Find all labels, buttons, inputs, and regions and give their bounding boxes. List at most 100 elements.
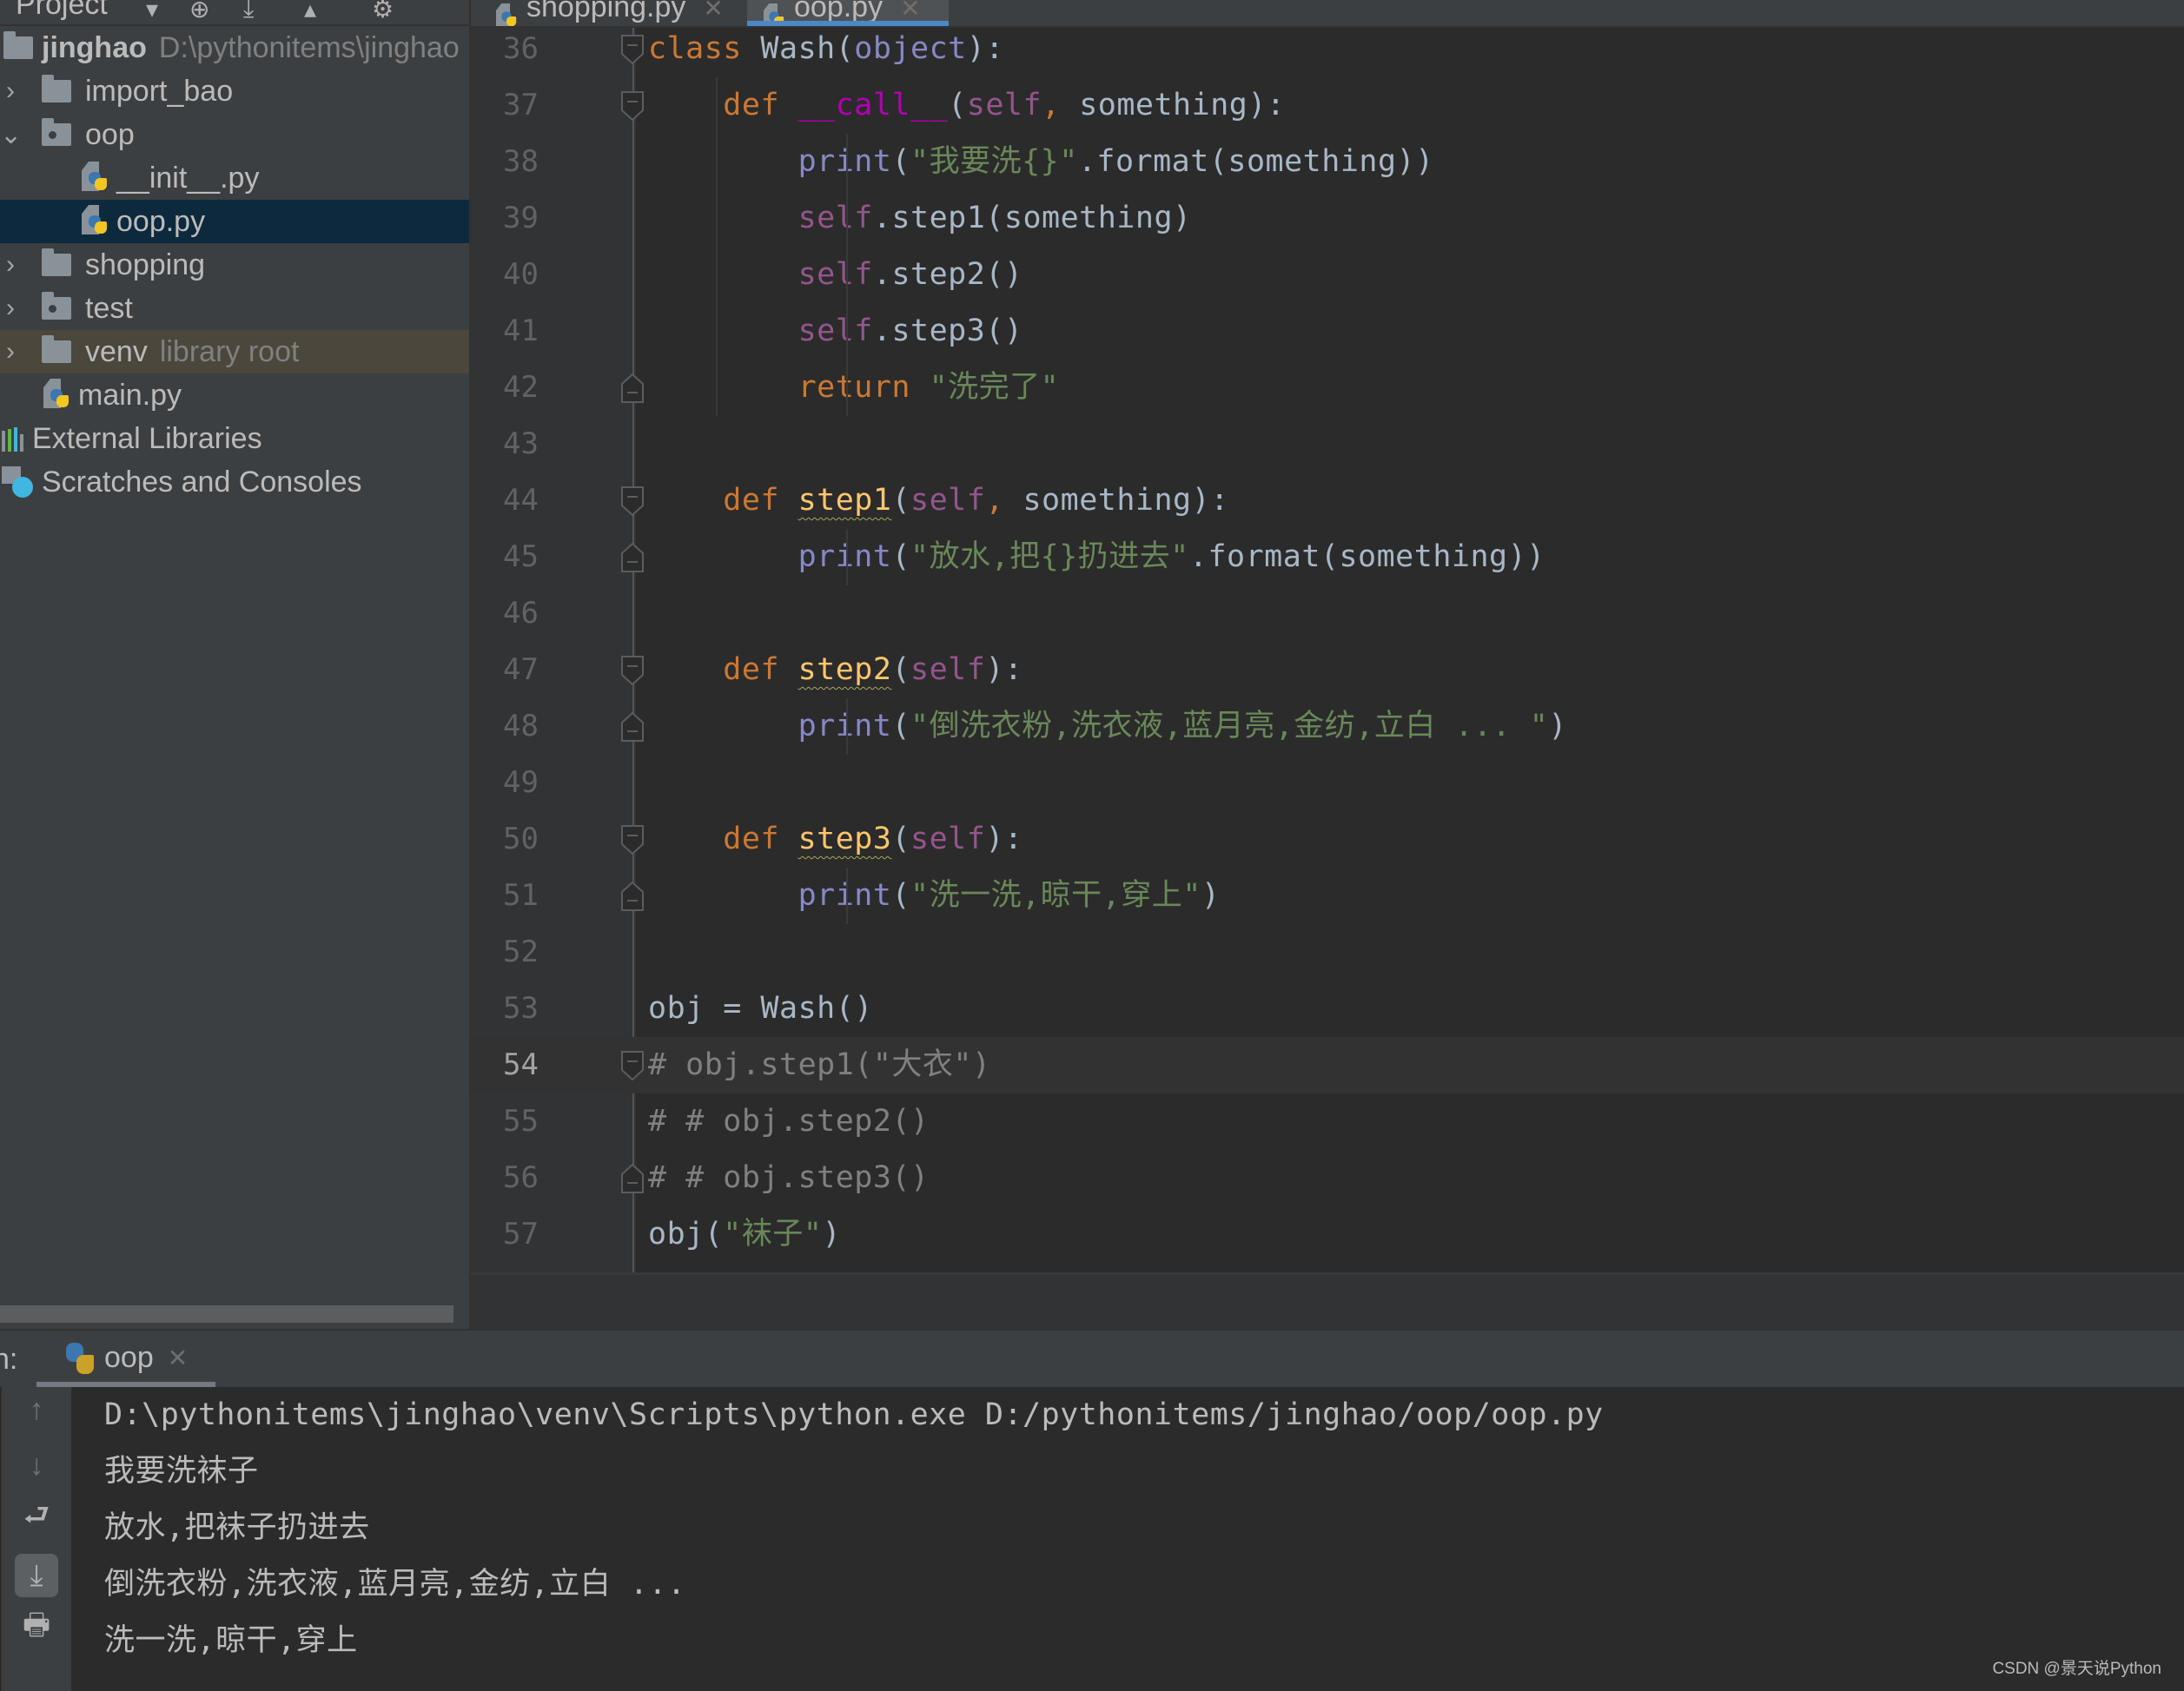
- line-number[interactable]: 45: [471, 529, 539, 585]
- console-output[interactable]: D:\pythonitems\jinghao\venv\Scripts\pyth…: [71, 1387, 2184, 1691]
- code-text: self.step1(something): [797, 201, 1192, 235]
- code-line[interactable]: 39 self.step1(something): [471, 190, 2184, 247]
- dropdown-icon[interactable]: ▾: [146, 0, 158, 23]
- code-editor[interactable]: 36 class Wash(object): 37 def __call__(sel…: [471, 28, 2184, 1272]
- line-number[interactable]: 52: [471, 924, 539, 981]
- tree-item-label: test: [85, 291, 133, 325]
- run-tab-oop[interactable]: oop ✕: [36, 1331, 215, 1387]
- code-text: return "洗完了": [797, 370, 1060, 405]
- tree-item-venv[interactable]: › venv library root: [0, 330, 469, 373]
- line-number[interactable]: 38: [471, 134, 539, 190]
- code-line[interactable]: 45 print("放水,把{}扔进去".format(something)): [471, 529, 2184, 585]
- code-line[interactable]: 47 def step2(self):: [471, 642, 2184, 698]
- line-number[interactable]: 40: [471, 247, 539, 303]
- line-number[interactable]: 36: [471, 21, 539, 77]
- scroll-to-end-icon[interactable]: ⤓: [15, 1554, 58, 1597]
- code-text: print("放水,把{}扔进去".format(something)): [797, 539, 1545, 574]
- locate-icon[interactable]: ⊕: [189, 0, 209, 23]
- line-number[interactable]: 49: [471, 755, 539, 811]
- line-number[interactable]: 50: [471, 811, 539, 868]
- indent-guide: [846, 868, 848, 924]
- tree-item-main-py[interactable]: main.py: [0, 373, 469, 417]
- code-line[interactable]: 37 def __call__(self, something):: [471, 77, 2184, 134]
- fold-collapse-icon[interactable]: [620, 1051, 645, 1081]
- line-number[interactable]: 41: [471, 303, 539, 360]
- tree-item-shopping[interactable]: › shopping: [0, 243, 469, 287]
- fold-collapse-icon[interactable]: [620, 825, 645, 855]
- chevron-right-icon[interactable]: ›: [0, 250, 21, 280]
- chevron-right-icon[interactable]: ›: [0, 294, 21, 323]
- chevron-right-icon[interactable]: ›: [0, 337, 21, 367]
- tree-item-label: External Libraries: [32, 421, 262, 455]
- code-line[interactable]: 50 def step3(self):: [471, 811, 2184, 868]
- tree-item-scratches[interactable]: Scratches and Consoles: [0, 460, 469, 504]
- close-icon[interactable]: ✕: [900, 0, 920, 23]
- tree-item-root[interactable]: jinghao D:\pythonitems\jinghao: [0, 26, 469, 69]
- fold-collapse-icon[interactable]: [620, 91, 645, 122]
- code-text: obj("袜子"): [648, 1217, 842, 1252]
- fold-end-icon[interactable]: [620, 542, 645, 572]
- code-line[interactable]: 48 print("倒洗衣粉,洗衣液,蓝月亮,金纺,立白 ... "): [471, 698, 2184, 755]
- code-line[interactable]: 43: [471, 416, 2184, 472]
- down-arrow-icon[interactable]: ↓: [17, 1446, 56, 1484]
- print-icon[interactable]: 🖶: [17, 1608, 56, 1648]
- code-line[interactable]: 36 class Wash(object):: [471, 21, 2184, 77]
- tree-item-import-bao[interactable]: › import_bao: [0, 69, 469, 113]
- code-line[interactable]: 40 self.step2(): [471, 247, 2184, 303]
- code-line[interactable]: 52: [471, 924, 2184, 981]
- line-number[interactable]: 39: [471, 190, 539, 247]
- tree-item-init-py[interactable]: __init__.py: [0, 156, 469, 200]
- line-number[interactable]: 54: [471, 1037, 539, 1093]
- tree-item-label: oop: [85, 117, 135, 151]
- code-line[interactable]: 54 # obj.step1("大衣"): [471, 1037, 2184, 1093]
- fold-end-icon[interactable]: [620, 1163, 645, 1193]
- line-number[interactable]: 44: [471, 472, 539, 529]
- soft-wrap-icon[interactable]: ⮐: [17, 1499, 56, 1538]
- line-number[interactable]: 46: [471, 585, 539, 642]
- project-tree: jinghao D:\pythonitems\jinghao › import_…: [0, 26, 469, 504]
- fold-end-icon[interactable]: [620, 711, 645, 742]
- expand-all-icon[interactable]: ⤓: [243, 0, 254, 23]
- line-number[interactable]: 42: [471, 360, 539, 416]
- code-line[interactable]: 56 # # obj.step3(): [471, 1150, 2184, 1206]
- tree-item-external-libraries[interactable]: External Libraries: [0, 417, 469, 460]
- up-arrow-icon[interactable]: ↑: [17, 1390, 56, 1429]
- line-number[interactable]: 55: [471, 1093, 539, 1150]
- line-number[interactable]: 47: [471, 642, 539, 698]
- fold-collapse-icon[interactable]: [620, 486, 645, 517]
- horizontal-scrollbar[interactable]: [0, 1305, 453, 1323]
- close-icon[interactable]: ✕: [703, 0, 723, 23]
- code-line[interactable]: 49: [471, 755, 2184, 811]
- code-line[interactable]: 51 print("洗一洗,晾干,穿上"): [471, 868, 2184, 924]
- fold-end-icon[interactable]: [620, 373, 645, 403]
- line-number[interactable]: 51: [471, 868, 539, 924]
- code-line[interactable]: 53 obj = Wash(): [471, 981, 2184, 1037]
- code-line[interactable]: 41 self.step3(): [471, 303, 2184, 360]
- gear-icon[interactable]: ⚙: [372, 0, 394, 23]
- code-line[interactable]: 57 obj("袜子"): [471, 1206, 2184, 1263]
- line-number[interactable]: 37: [471, 77, 539, 134]
- fold-end-icon[interactable]: [620, 881, 645, 911]
- close-icon[interactable]: ✕: [168, 1344, 188, 1372]
- chevron-right-icon[interactable]: ›: [0, 76, 21, 106]
- line-number[interactable]: 56: [471, 1150, 539, 1206]
- code-text: def step1(self, something):: [723, 483, 1229, 518]
- project-panel-title[interactable]: Project: [16, 0, 108, 22]
- line-number[interactable]: 43: [471, 416, 539, 472]
- line-number[interactable]: 53: [471, 981, 539, 1037]
- fold-collapse-icon[interactable]: [620, 35, 645, 65]
- code-line[interactable]: 46: [471, 585, 2184, 642]
- chevron-down-icon[interactable]: ⌄: [0, 120, 22, 150]
- code-line[interactable]: 38 print("我要洗{}".format(something)): [471, 134, 2184, 190]
- fold-collapse-icon[interactable]: [620, 656, 645, 686]
- collapse-all-icon[interactable]: ▴: [304, 0, 316, 23]
- code-line[interactable]: 44 def step1(self, something):: [471, 472, 2184, 529]
- line-number[interactable]: 48: [471, 698, 539, 755]
- tree-item-oop[interactable]: ⌄ oop: [0, 113, 469, 156]
- tree-item-oop-py[interactable]: oop.py: [0, 200, 469, 243]
- line-number[interactable]: 57: [471, 1206, 539, 1263]
- code-line[interactable]: 42 return "洗完了": [471, 360, 2184, 416]
- python-file-icon: [80, 162, 109, 195]
- tree-item-test[interactable]: › test: [0, 287, 469, 330]
- code-line[interactable]: 55 # # obj.step2(): [471, 1093, 2184, 1150]
